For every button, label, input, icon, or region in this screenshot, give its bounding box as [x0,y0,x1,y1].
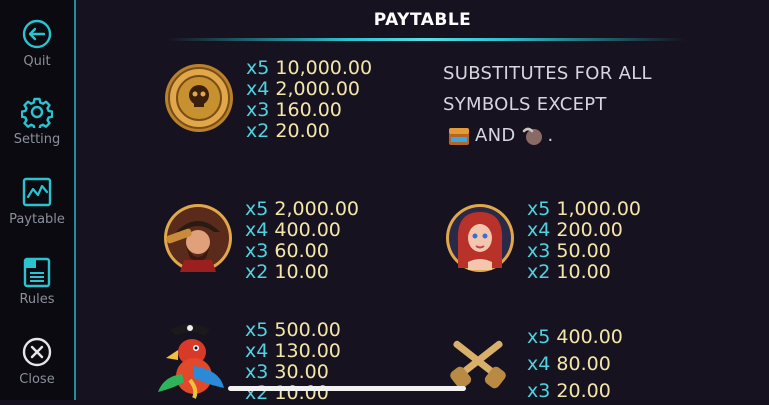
paytable-button[interactable]: Paytable [0,176,74,227]
payout: 10.00 [556,261,611,283]
multiplier: x3 [245,240,269,262]
multiplier: x5 [246,57,270,79]
wild-line-3: AND . [443,120,683,151]
multiplier: x3 [245,361,269,383]
pirate-captain-icon [164,204,232,272]
multiplier: x5 [245,198,269,220]
rules-icon [23,257,51,288]
quit-button[interactable]: Quit [0,18,74,69]
payout: 10,000.00 [275,57,373,79]
payout: 130.00 [274,340,341,362]
quit-icon [22,19,52,49]
quit-label: Quit [23,54,51,69]
wild-description: SUBSTITUTES FOR ALL SYMBOLS EXCEPT AND . [443,58,683,151]
scatter-chest-icon [447,125,471,147]
close-label: Close [19,372,55,387]
multiplier: x4 [246,78,270,100]
red-haired-lady-pays: x5 1,000.00 x4 200.00 x3 50.00 x2 10.00 [527,199,641,283]
payout: 1,000.00 [556,198,641,220]
crossed-pistols-pays: x5 400.00 x4 80.00 x3 20.00 [527,324,623,405]
multiplier: x3 [246,99,270,121]
gold-coin-icon [165,64,233,132]
pay-row: x4 2,000.00 [246,79,372,100]
multiplier: x2 [245,261,269,283]
payout: 80.00 [556,353,611,375]
pirate-captain-pays: x5 2,000.00 x4 400.00 x3 60.00 x2 10.00 [245,199,359,283]
wild-line-2: SYMBOLS EXCEPT [443,94,607,115]
multiplier: x3 [527,240,551,262]
multiplier: x4 [245,219,269,241]
pay-row: x2 10.00 [527,262,641,283]
pay-row: x3 30.00 [245,362,341,383]
multiplier: x4 [245,340,269,362]
wild-line-1: SUBSTITUTES FOR ALL [443,63,652,84]
chart-icon [22,177,52,207]
payout: 2,000.00 [274,198,359,220]
pay-row: x2 20.00 [246,121,372,142]
bonus-hook-icon [520,125,544,147]
rules-button[interactable]: Rules [0,256,74,307]
pay-row: x4 400.00 [245,220,359,241]
payout: 200.00 [556,219,623,241]
pay-row: x5 500.00 [245,320,341,341]
multiplier: x2 [246,120,270,142]
pay-row: x5 10,000.00 [246,58,372,79]
and-label: AND [475,125,516,146]
rules-label: Rules [19,292,55,307]
gold-coin-symbol [163,62,235,134]
paytable-label: Paytable [9,212,65,227]
multiplier: x3 [527,380,551,402]
pay-row: x5 1,000.00 [527,199,641,220]
payout: 20.00 [556,380,611,402]
payout: 400.00 [556,326,623,348]
multiplier: x5 [527,198,551,220]
close-button[interactable]: Close [0,336,74,387]
pay-row: x4 80.00 [527,351,623,378]
payout: 160.00 [275,99,342,121]
close-icon [22,337,52,367]
payout: 60.00 [274,240,329,262]
pay-row: x2 10.00 [245,262,359,283]
pay-row: x3 20.00 [527,378,623,405]
parrot-icon [158,324,224,399]
paytable-panel: PAYTABLE x5 10,000.00 x4 2,000.00 x3 160… [76,0,769,404]
parrot-pays: x5 500.00 x4 130.00 x3 30.00 x2 10.00 [245,320,341,404]
setting-button[interactable]: Setting [0,96,74,147]
gear-icon [21,97,53,128]
payout: 2,000.00 [275,78,360,100]
pirate-captain-symbol [162,202,234,274]
multiplier: x5 [527,326,551,348]
pay-row: x4 130.00 [245,341,341,362]
red-haired-lady-symbol [444,202,516,274]
payout: 400.00 [274,219,341,241]
pay-row: x4 200.00 [527,220,641,241]
title-divider [166,38,686,41]
payout: 20.00 [275,120,330,142]
page-title: PAYTABLE [373,10,472,30]
pay-row: x3 160.00 [246,100,372,121]
pay-row: x5 2,000.00 [245,199,359,220]
multiplier: x4 [527,219,551,241]
setting-label: Setting [13,132,61,147]
red-haired-lady-icon [446,204,514,272]
payout: 30.00 [274,361,329,383]
gold-coin-pays: x5 10,000.00 x4 2,000.00 x3 160.00 x2 20… [246,58,372,142]
pay-row: x3 60.00 [245,241,359,262]
payout: 500.00 [274,319,341,341]
parrot-symbol [154,318,226,399]
sidebar: Quit Setting Paytable Rules Close [0,0,76,400]
home-indicator[interactable] [228,386,466,391]
multiplier: x5 [245,319,269,341]
pay-row: x5 400.00 [527,324,623,351]
pay-row: x3 50.00 [527,241,641,262]
multiplier: x2 [527,261,551,283]
multiplier: x4 [527,353,551,375]
period-label: . [547,125,554,146]
payout: 10.00 [274,261,329,283]
payout: 50.00 [556,240,611,262]
